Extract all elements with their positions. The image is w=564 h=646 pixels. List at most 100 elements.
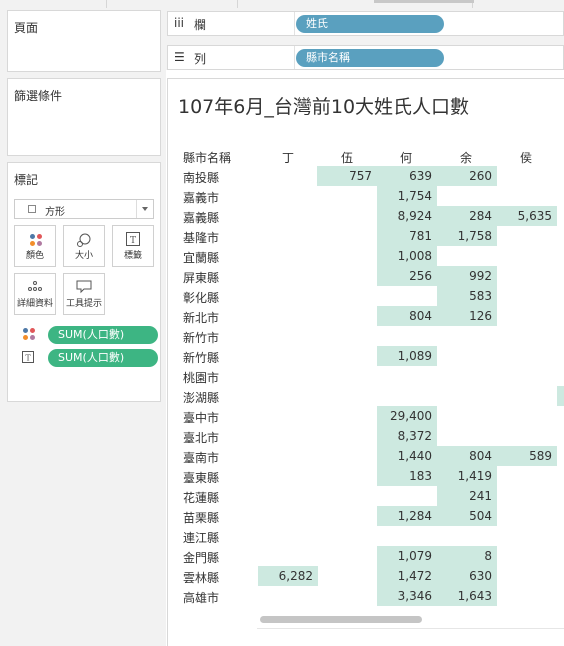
column-header[interactable]: 余 <box>460 149 472 166</box>
table-cell[interactable]: 992 <box>437 266 497 286</box>
row-label[interactable]: 臺南市 <box>183 449 219 466</box>
label-button-label: 標籤 <box>123 251 142 261</box>
size-button-label: 大小 <box>74 251 93 261</box>
tooltip-button[interactable]: 工具提示 <box>63 273 105 315</box>
label-button[interactable]: T 標籤 <box>112 225 154 267</box>
row-label[interactable]: 屏東縣 <box>183 269 219 286</box>
table-cell[interactable]: 260 <box>437 166 497 186</box>
table-cell[interactable]: 630 <box>437 566 497 586</box>
column-header[interactable]: 何 <box>400 149 412 166</box>
filters-title: 篩選條件 <box>14 89 63 103</box>
divider <box>257 628 564 629</box>
top-tab[interactable] <box>107 0 238 8</box>
row-label[interactable]: 新竹縣 <box>183 349 219 366</box>
rows-dimension-pill[interactable]: 縣市名稱 <box>296 49 444 67</box>
pages-card[interactable]: 頁面 <box>7 10 161 72</box>
table-cell[interactable]: 804 <box>377 306 437 326</box>
mark-type-dropdown[interactable]: 方形 <box>14 199 154 219</box>
table-cell[interactable]: 256 <box>377 266 437 286</box>
row-label[interactable]: 新北市 <box>183 309 219 326</box>
table-cell[interactable]: 583 <box>437 286 497 306</box>
color-button-label: 顏色 <box>25 251 44 261</box>
detail-icon <box>15 280 55 296</box>
table-cell[interactable]: 1,008 <box>377 246 437 266</box>
table-cell[interactable]: 241 <box>437 486 497 506</box>
marks-field-color[interactable]: SUM(人口數) <box>20 326 160 344</box>
row-label[interactable]: 桃園市 <box>183 369 219 386</box>
square-mark-icon <box>28 205 36 213</box>
chevron-down-icon[interactable] <box>136 200 153 218</box>
table-cell[interactable]: 1,643 <box>437 586 497 606</box>
table-cell[interactable]: 6,282 <box>258 566 318 586</box>
svg-text:T: T <box>25 354 31 363</box>
table-cell[interactable]: 1,758 <box>437 226 497 246</box>
row-label[interactable]: 宜蘭縣 <box>183 249 219 266</box>
size-button[interactable]: 大小 <box>63 225 105 267</box>
rows-shelf-label: 列 <box>194 52 207 66</box>
detail-button[interactable]: 詳細資料 <box>14 273 56 315</box>
svg-text:T: T <box>130 236 136 246</box>
table-cell[interactable]: 639 <box>377 166 437 186</box>
table-cell[interactable]: 284 <box>437 206 497 226</box>
columns-icon: iii <box>174 16 185 30</box>
table-cell[interactable]: 1,419 <box>437 466 497 486</box>
worksheet-title: 107年6月_台灣前10大姓氏人口數 <box>178 96 470 118</box>
filters-card[interactable]: 篩選條件 <box>7 78 161 156</box>
table-cell[interactable]: 1,754 <box>377 186 437 206</box>
table-cell[interactable]: 1,079 <box>377 546 437 566</box>
shelf-divider <box>294 46 295 69</box>
table-cell[interactable]: 5,635 <box>497 206 557 226</box>
table-cell[interactable]: 1,472 <box>377 566 437 586</box>
measure-pill[interactable]: SUM(人口數) <box>48 349 158 367</box>
row-label[interactable]: 嘉義縣 <box>183 209 219 226</box>
color-button[interactable]: 顏色 <box>14 225 56 267</box>
table-cell[interactable]: 1,440 <box>377 446 437 466</box>
table-cell[interactable]: 8 <box>437 546 497 566</box>
horizontal-scrollbar-thumb[interactable] <box>260 616 422 623</box>
shelf-divider <box>294 12 295 35</box>
row-label[interactable]: 臺北市 <box>183 429 219 446</box>
row-label[interactable]: 花蓮縣 <box>183 489 219 506</box>
table-cell[interactable]: 8,372 <box>377 426 437 446</box>
row-label[interactable]: 嘉義市 <box>183 189 219 206</box>
measure-pill[interactable]: SUM(人口數) <box>48 326 158 344</box>
columns-shelf[interactable]: iii 欄 姓氏 <box>167 11 564 36</box>
columns-dimension-pill[interactable]: 姓氏 <box>296 15 444 33</box>
row-label[interactable]: 彰化縣 <box>183 289 219 306</box>
table-cell[interactable]: 757 <box>317 166 377 186</box>
table-cell[interactable]: 504 <box>437 506 497 526</box>
row-label[interactable]: 臺東縣 <box>183 469 219 486</box>
table-cell[interactable]: 589 <box>497 446 557 466</box>
table-cell[interactable]: 1,284 <box>377 506 437 526</box>
detail-button-label: 詳細資料 <box>16 299 53 309</box>
row-label[interactable]: 新竹市 <box>183 329 219 346</box>
row-label[interactable]: 南投縣 <box>183 169 219 186</box>
top-tab[interactable] <box>0 0 107 8</box>
table-cell[interactable]: 183 <box>377 466 437 486</box>
table-cell[interactable]: 8,924 <box>377 206 437 226</box>
marks-card: 標記 方形 顏色 大小 T 標籤 詳細資料 工具提示 SUM(人口數) T SU… <box>7 162 161 402</box>
table-cell[interactable]: 1,089 <box>377 346 437 366</box>
row-label[interactable]: 雲林縣 <box>183 569 219 586</box>
column-header[interactable]: 丁 <box>282 149 294 166</box>
row-label[interactable]: 高雄市 <box>183 589 219 606</box>
rows-shelf[interactable]: ☰ 列 縣市名稱 <box>167 45 564 70</box>
row-label[interactable]: 基隆市 <box>183 229 219 246</box>
row-label[interactable]: 澎湖縣 <box>183 389 219 406</box>
row-label[interactable]: 連江縣 <box>183 529 219 546</box>
text-encoding-icon: T <box>22 351 34 366</box>
marks-field-label[interactable]: T SUM(人口數) <box>20 349 160 367</box>
row-label[interactable]: 金門縣 <box>183 549 219 566</box>
row-label[interactable]: 臺中市 <box>183 409 219 426</box>
column-header[interactable]: 侯 <box>520 149 532 166</box>
table-cell-clipped[interactable] <box>557 386 564 406</box>
table-cell[interactable]: 804 <box>437 446 497 466</box>
table-cell[interactable]: 781 <box>377 226 437 246</box>
table-cell[interactable]: 126 <box>437 306 497 326</box>
row-label[interactable]: 苗栗縣 <box>183 509 219 526</box>
column-header[interactable]: 伍 <box>341 149 353 166</box>
table-cell[interactable]: 3,346 <box>377 586 437 606</box>
color-encoding-icon <box>22 327 38 343</box>
tooltip-icon <box>64 280 104 296</box>
table-cell[interactable]: 29,400 <box>377 406 437 426</box>
